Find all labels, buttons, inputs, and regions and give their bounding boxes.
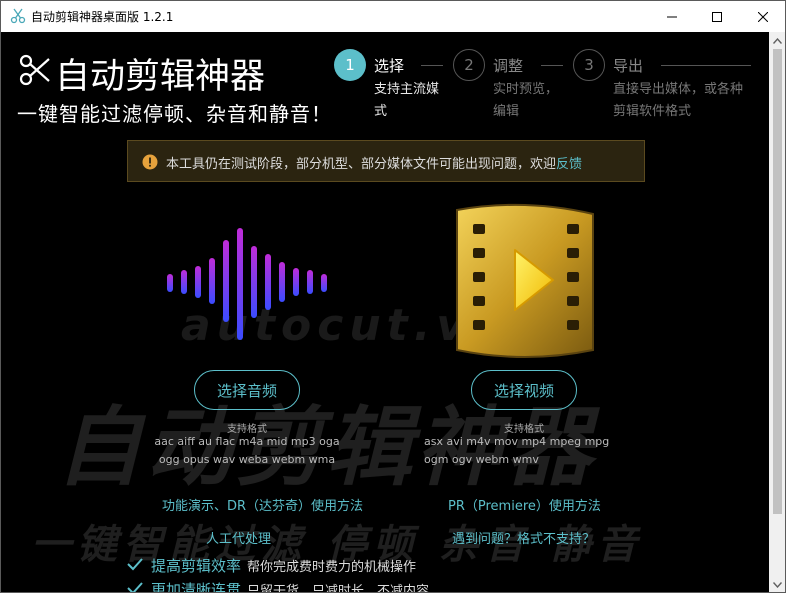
feature-desc: 帮你完成费时费力的机械操作	[247, 560, 417, 575]
window-title: 自动剪辑神器桌面版 1.2.1	[31, 10, 174, 24]
step-2-title: 调整	[493, 57, 524, 75]
maximize-icon	[712, 11, 722, 22]
check-icon	[127, 582, 143, 592]
audio-formats-line1: aac aiff au flac m4a mid mp3 oga	[154, 435, 340, 448]
premiere-link[interactable]: PR（Premiere）使用方法	[448, 495, 601, 514]
scissors-icon	[19, 54, 50, 86]
scroll-up-button[interactable]	[769, 32, 785, 49]
app-title: 自动剪辑神器	[55, 57, 266, 97]
step-3-number: 3	[573, 49, 605, 81]
step-2-number: 2	[453, 49, 485, 81]
film-play-icon	[456, 203, 594, 358]
video-formats-line1: asx avi m4v mov mp4 mpeg mpg	[424, 435, 610, 448]
step-3-desc-line1: 直接导出媒体，或各种	[613, 82, 744, 97]
close-button[interactable]	[740, 1, 785, 32]
feature-item: 提高剪辑效率 帮你完成费时费力的机械操作	[127, 555, 416, 576]
feature-title: 更加清晰连贯	[151, 581, 242, 593]
step-2-desc-line2: 编辑	[493, 104, 520, 119]
close-icon	[758, 11, 768, 22]
step-2-desc-line1: 实时预览，	[493, 82, 559, 97]
issues-link[interactable]: 遇到问题？格式不支持？	[452, 528, 595, 547]
step-1-desc-line2: 式	[374, 104, 388, 119]
feature-desc: 只留干货，只减时长，不减内容	[247, 584, 430, 593]
feedback-link[interactable]: 反馈	[556, 157, 582, 172]
feature-title: 提高剪辑效率	[151, 557, 242, 575]
app-slogan: 一键智能过滤停顿、杂音和静音！	[17, 102, 332, 126]
video-formats-line2: ogm ogv webm wmv	[424, 453, 539, 466]
step-3-title: 导出	[613, 57, 644, 75]
step-connector	[421, 65, 443, 66]
minimize-button[interactable]	[649, 1, 695, 32]
scrollbar-thumb[interactable]	[773, 49, 782, 514]
scroll-down-button[interactable]	[769, 576, 785, 592]
select-video-button[interactable]: 选择视频	[471, 370, 577, 410]
beta-notice: 本工具仍在测试阶段，部分机型、部分媒体文件可能出现问题，欢迎反馈	[127, 140, 645, 182]
chevron-up-icon	[773, 37, 782, 44]
step-connector	[541, 65, 563, 66]
audio-formats-line2: ogg opus wav weba webm wma	[158, 453, 336, 466]
minimize-icon	[667, 16, 677, 17]
notice-text: 本工具仍在测试阶段，部分机型、部分媒体文件可能出现问题，欢迎反馈	[166, 153, 582, 172]
scissors-app-icon	[10, 8, 26, 24]
title-bar[interactable]: 自动剪辑神器桌面版 1.2.1	[1, 1, 785, 32]
maximize-button[interactable]	[694, 1, 740, 32]
step-1-number: 1	[334, 49, 366, 81]
check-icon	[127, 558, 143, 571]
audio-waveform-icon	[167, 228, 327, 340]
demo-link[interactable]: 功能演示、DR（达芬奇）使用方法	[162, 495, 363, 514]
step-connector	[661, 65, 751, 66]
step-1-desc-line1: 支持主流媒	[374, 82, 440, 97]
manual-processing-link[interactable]: 人工代处理	[206, 528, 271, 547]
chevron-down-icon	[773, 581, 782, 588]
step-1-title: 选择	[374, 57, 405, 75]
vertical-scrollbar[interactable]	[769, 32, 785, 592]
main-content: autocut.video 自动剪辑神器 一键智能过滤 停顿 杂音 静音 自动剪…	[1, 32, 769, 593]
select-audio-button[interactable]: 选择音频	[194, 370, 300, 410]
notice-message: 本工具仍在测试阶段，部分机型、部分媒体文件可能出现问题，欢迎	[166, 157, 557, 172]
feature-item: 更加清晰连贯 只留干货，只减时长，不减内容	[127, 579, 430, 593]
warning-icon	[142, 154, 158, 170]
app-window: 自动剪辑神器桌面版 1.2.1 autocut.video 自动剪辑神器 一键智…	[0, 0, 786, 593]
step-3-desc-line2: 剪辑软件格式	[613, 104, 692, 119]
